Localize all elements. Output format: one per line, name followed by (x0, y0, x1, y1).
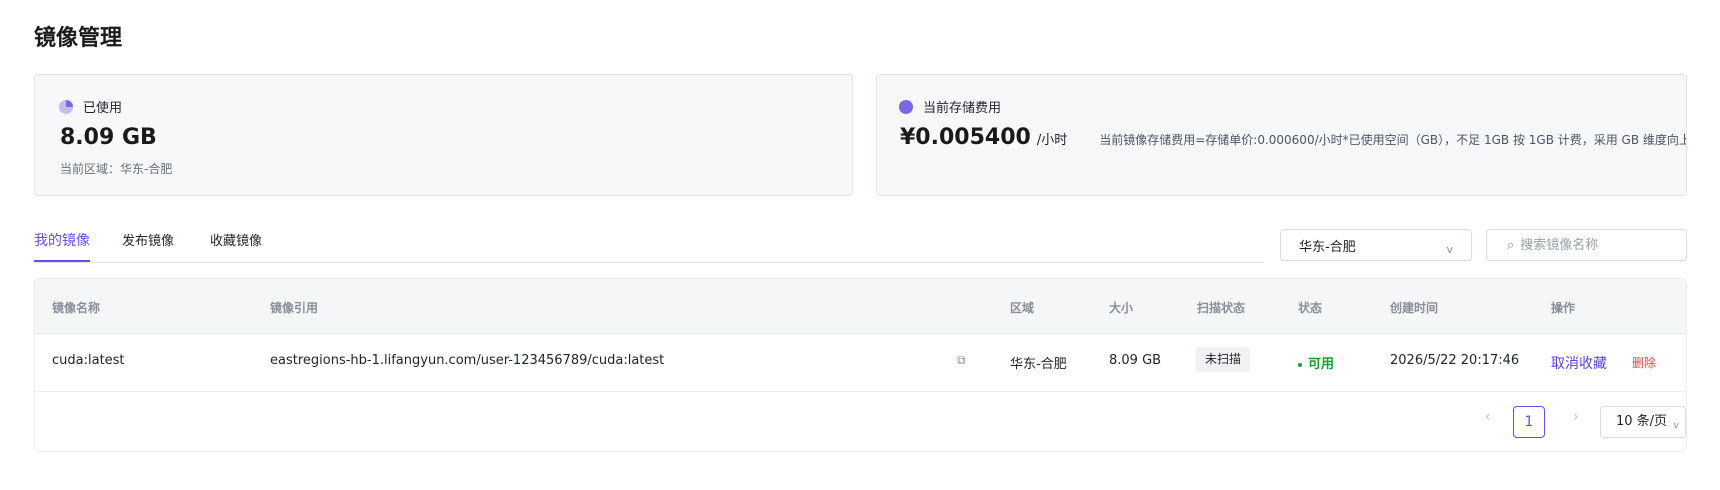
fee-unit: /小时 (1036, 133, 1068, 148)
usage-card-header: 已使用 (59, 97, 122, 116)
tab-favorite-images[interactable]: 收藏镜像 (210, 230, 262, 249)
image-name: cuda:latest (52, 353, 125, 368)
usage-card: 已使用 8.09 GB 当前区域：华东-合肥 (34, 74, 853, 196)
table-row: cuda:latest eastregions-hb-1.lifangyun.c… (35, 333, 1686, 392)
status-text: 可用 (1308, 357, 1335, 372)
tabs-divider (34, 262, 1264, 263)
storage-fee-card: 当前存储费用 ¥0.005400 /小时 当前镜像存储费用=存储单价:0.000… (876, 74, 1687, 196)
column-header-status: 状态 (1298, 301, 1323, 315)
column-header-name: 镜像名称 (52, 301, 101, 315)
table-header: 镜像名称 镜像引用 区域 大小 扫描状态 状态 创建时间 操作 (35, 279, 1686, 334)
scan-status-badge: 未扫描 (1196, 347, 1251, 372)
active-tab-indicator (34, 260, 90, 262)
page-title: 镜像管理 (34, 26, 123, 51)
page-size-select[interactable]: 10 条/页 v (1600, 406, 1686, 438)
delete-button[interactable]: 删除 (1632, 354, 1656, 371)
copy-icon[interactable]: ⧉ (957, 353, 966, 368)
chevron-down-icon: v (1446, 242, 1453, 256)
image-reference: eastregions-hb-1.lifangyun.com/user-1234… (270, 353, 665, 368)
page-size-value: 10 条/页 (1616, 414, 1668, 429)
created-time: 2026/5/22 20:17:46 (1390, 353, 1520, 368)
search-icon: ⌕ (1507, 237, 1515, 253)
tab-my-images[interactable]: 我的镜像 (34, 230, 90, 250)
page-number-current[interactable]: 1 (1513, 406, 1545, 438)
prev-page-button[interactable]: ‹ (1485, 409, 1491, 425)
fee-note: 当前镜像存储费用=存储单价:0.000600/小时*已使用空间（GB），不足 1… (1099, 133, 1687, 147)
tab-published-images[interactable]: 发布镜像 (122, 230, 174, 249)
current-region-text: 当前区域：华东-合肥 (60, 162, 173, 176)
unfavorite-button[interactable]: 取消收藏 (1551, 353, 1607, 373)
pie-chart-icon (59, 99, 73, 114)
images-table: 镜像名称 镜像引用 区域 大小 扫描状态 状态 创建时间 操作 cuda:lat… (34, 278, 1687, 452)
fee-value: ¥0.005400 (900, 125, 1031, 150)
region-select-value: 华东-合肥 (1299, 239, 1356, 255)
column-header-size: 大小 (1109, 301, 1134, 315)
status-badge: 可用 (1298, 353, 1334, 372)
search-box[interactable]: ⌕ (1486, 229, 1687, 261)
column-header-scan-status: 扫描状态 (1197, 301, 1246, 315)
image-region: 华东-合肥 (1010, 357, 1067, 372)
usage-label: 已使用 (83, 101, 123, 116)
column-header-created: 创建时间 (1390, 301, 1439, 315)
column-header-reference: 镜像引用 (270, 301, 319, 315)
column-header-region: 区域 (1010, 301, 1035, 315)
search-input[interactable] (1518, 236, 1673, 254)
status-dot-icon (1298, 362, 1302, 367)
column-header-actions: 操作 (1551, 301, 1576, 315)
image-size: 8.09 GB (1109, 353, 1162, 368)
fee-row: ¥0.005400 /小时 当前镜像存储费用=存储单价:0.000600/小时*… (900, 125, 1687, 150)
circle-icon (899, 99, 913, 114)
next-page-button[interactable]: › (1573, 409, 1579, 425)
usage-value: 8.09 GB (60, 125, 157, 150)
fee-card-header: 当前存储费用 (899, 97, 1001, 116)
chevron-down-icon: v (1673, 421, 1679, 431)
region-select[interactable]: 华东-合肥 v (1280, 229, 1472, 261)
fee-label: 当前存储费用 (923, 101, 1002, 116)
